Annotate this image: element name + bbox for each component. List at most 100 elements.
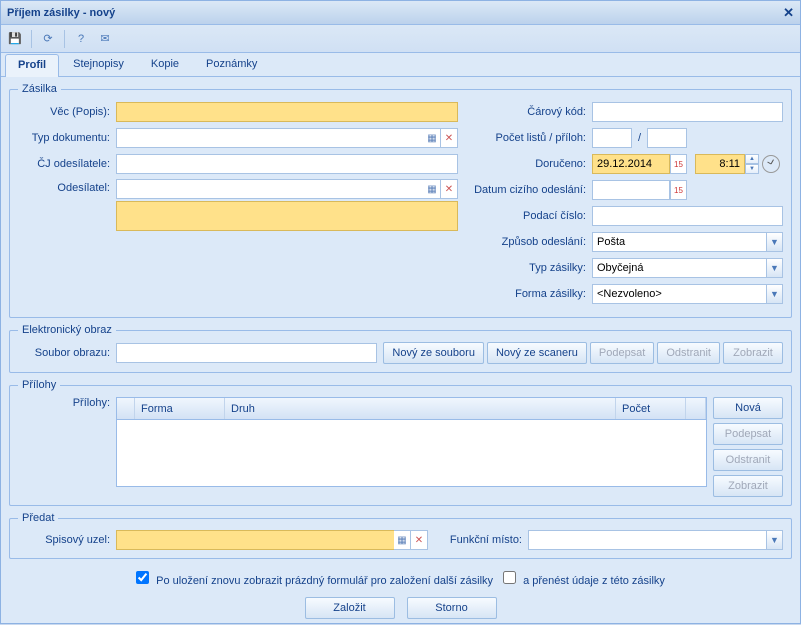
chevron-down-icon[interactable]: ▼ (766, 258, 783, 278)
btn-novy-ze-souboru[interactable]: Nový ze souboru (383, 342, 484, 364)
btn-podepsat-priloha: Podepsat (713, 423, 783, 445)
tab-stejnopisy[interactable]: Stejnopisy (60, 53, 137, 76)
chevron-down-icon[interactable]: ▼ (766, 232, 783, 252)
clock-icon[interactable] (762, 155, 780, 173)
btn-podepsat-ei: Podepsat (590, 342, 654, 364)
col-selector[interactable] (117, 398, 135, 419)
btn-odstranit-ei: Odstranit (657, 342, 720, 364)
label-datum-ciziho: Datum cizího odeslání: (458, 184, 592, 196)
label-zpusob: Způsob odeslání: (458, 236, 592, 248)
textarea-odesilatel[interactable] (116, 201, 458, 231)
grid-picker-icon[interactable]: ▦ (394, 530, 411, 550)
time-spinner[interactable]: ▲▼ (745, 154, 759, 174)
label-funkcni-misto: Funkční místo: (438, 534, 528, 546)
checkbox-reopen[interactable] (136, 571, 149, 584)
tabstrip: Profil Stejnopisy Kopie Poznámky (1, 53, 800, 77)
table-header: Forma Druh Počet (117, 398, 706, 420)
checkbox-transfer[interactable] (503, 571, 516, 584)
label-soubor: Soubor obrazu: (18, 347, 116, 359)
col-pocet[interactable]: Počet (616, 398, 686, 419)
label-typ-dokumentu: Typ dokumentu: (18, 132, 116, 144)
clear-icon[interactable]: ✕ (441, 128, 458, 148)
btn-zobrazit-priloha: Zobrazit (713, 475, 783, 497)
refresh-icon[interactable]: ⟳ (40, 31, 56, 47)
checkbox-reopen-wrapper[interactable]: Po uložení znovu zobrazit prázdný formul… (136, 571, 493, 587)
label-doruceno: Doručeno: (458, 158, 592, 170)
legend-prilohy: Přílohy (18, 379, 60, 391)
tab-kopie[interactable]: Kopie (138, 53, 192, 76)
checkbox-transfer-label: a přenést údaje z této zásilky (523, 575, 665, 587)
select-typ-zasilky[interactable] (592, 258, 766, 278)
input-cj[interactable] (116, 154, 458, 174)
input-soubor (116, 343, 377, 363)
save-icon[interactable]: 💾 (7, 31, 23, 47)
tab-content: Zásilka Věc (Popis): Typ dokumentu: ▦ ✕ (1, 77, 800, 623)
window-title: Příjem zásilky - nový (7, 7, 115, 19)
col-druh[interactable]: Druh (225, 398, 616, 419)
input-pocet-listu[interactable] (592, 128, 632, 148)
col-forma[interactable]: Forma (135, 398, 225, 419)
input-spisovy-uzel[interactable] (116, 530, 394, 550)
fieldset-eimage: Elektronický obraz Soubor obrazu: Nový z… (9, 324, 792, 373)
fieldset-predat: Předat Spisový uzel: ▦ ✕ Funkční místo: … (9, 512, 792, 559)
toolbar: 💾 ⟳ ? ✉ (1, 25, 800, 53)
fieldset-zasilka: Zásilka Věc (Popis): Typ dokumentu: ▦ ✕ (9, 83, 792, 318)
clear-icon[interactable]: ✕ (441, 179, 458, 199)
grid-picker-icon[interactable]: ▦ (424, 179, 441, 199)
label-pocet: Počet listů / příloh: (458, 132, 592, 144)
dialog-window: Příjem zásilky - nový ✕ 💾 ⟳ ? ✉ Profil S… (0, 0, 801, 624)
input-barcode[interactable] (592, 102, 783, 122)
btn-storno[interactable]: Storno (407, 597, 497, 619)
legend-eimage: Elektronický obraz (18, 324, 116, 336)
label-vec: Věc (Popis): (18, 106, 116, 118)
label-forma: Forma zásilky: (458, 288, 592, 300)
close-icon[interactable]: ✕ (783, 5, 794, 21)
checkbox-transfer-wrapper[interactable]: a přenést údaje z této zásilky (503, 571, 665, 587)
toolbar-separator (31, 30, 32, 48)
checkbox-reopen-label: Po uložení znovu zobrazit prázdný formul… (156, 575, 493, 587)
input-podaci[interactable] (592, 206, 783, 226)
button-bar: Založit Storno (9, 591, 792, 625)
label-podaci: Podací číslo: (458, 210, 592, 222)
legend-zasilka: Zásilka (18, 83, 61, 95)
tab-profil[interactable]: Profil (5, 54, 59, 77)
mail-icon[interactable]: ✉ (97, 31, 113, 47)
btn-novy-ze-scaneru[interactable]: Nový ze scaneru (487, 342, 587, 364)
input-vec[interactable] (116, 102, 458, 122)
tab-poznamky[interactable]: Poznámky (193, 53, 270, 76)
label-typ-zasilky: Typ zásilky: (458, 262, 592, 274)
input-doruceno-time[interactable] (695, 154, 745, 174)
btn-zobrazit-ei: Zobrazit (723, 342, 783, 364)
footer-options: Po uložení znovu zobrazit prázdný formul… (9, 565, 792, 591)
select-funkcni-misto[interactable] (528, 530, 766, 550)
legend-predat: Předat (18, 512, 58, 524)
calendar-icon[interactable]: 15 (670, 180, 687, 200)
col-spacer (686, 398, 706, 419)
clear-icon[interactable]: ✕ (411, 530, 428, 550)
attachments-table[interactable]: Forma Druh Počet (116, 397, 707, 487)
btn-odstranit-priloha: Odstranit (713, 449, 783, 471)
btn-nova-priloha[interactable]: Nová (713, 397, 783, 419)
calendar-icon[interactable]: 15 (670, 154, 687, 174)
chevron-down-icon[interactable]: ▼ (766, 530, 783, 550)
label-odesilatel: Odesílatel: (18, 179, 116, 194)
slash: / (632, 132, 647, 144)
input-pocet-priloh[interactable] (647, 128, 687, 148)
label-cj: ČJ odesílatele: (18, 158, 116, 170)
input-odesilatel[interactable] (116, 179, 424, 199)
label-prilohy: Přílohy: (18, 397, 116, 497)
grid-picker-icon[interactable]: ▦ (424, 128, 441, 148)
input-datum-ciziho[interactable] (592, 180, 670, 200)
label-spisovy-uzel: Spisový uzel: (18, 534, 116, 546)
input-doruceno-date[interactable] (592, 154, 670, 174)
btn-zalozit[interactable]: Založit (305, 597, 395, 619)
chevron-down-icon[interactable]: ▼ (766, 284, 783, 304)
label-barcode: Čárový kód: (458, 106, 592, 118)
input-typ-dokumentu[interactable] (116, 128, 424, 148)
select-forma[interactable] (592, 284, 766, 304)
toolbar-separator (64, 30, 65, 48)
select-zpusob[interactable] (592, 232, 766, 252)
titlebar: Příjem zásilky - nový ✕ (1, 1, 800, 25)
help-icon[interactable]: ? (73, 31, 89, 47)
fieldset-prilohy: Přílohy Přílohy: Forma Druh Počet Nová P… (9, 379, 792, 506)
